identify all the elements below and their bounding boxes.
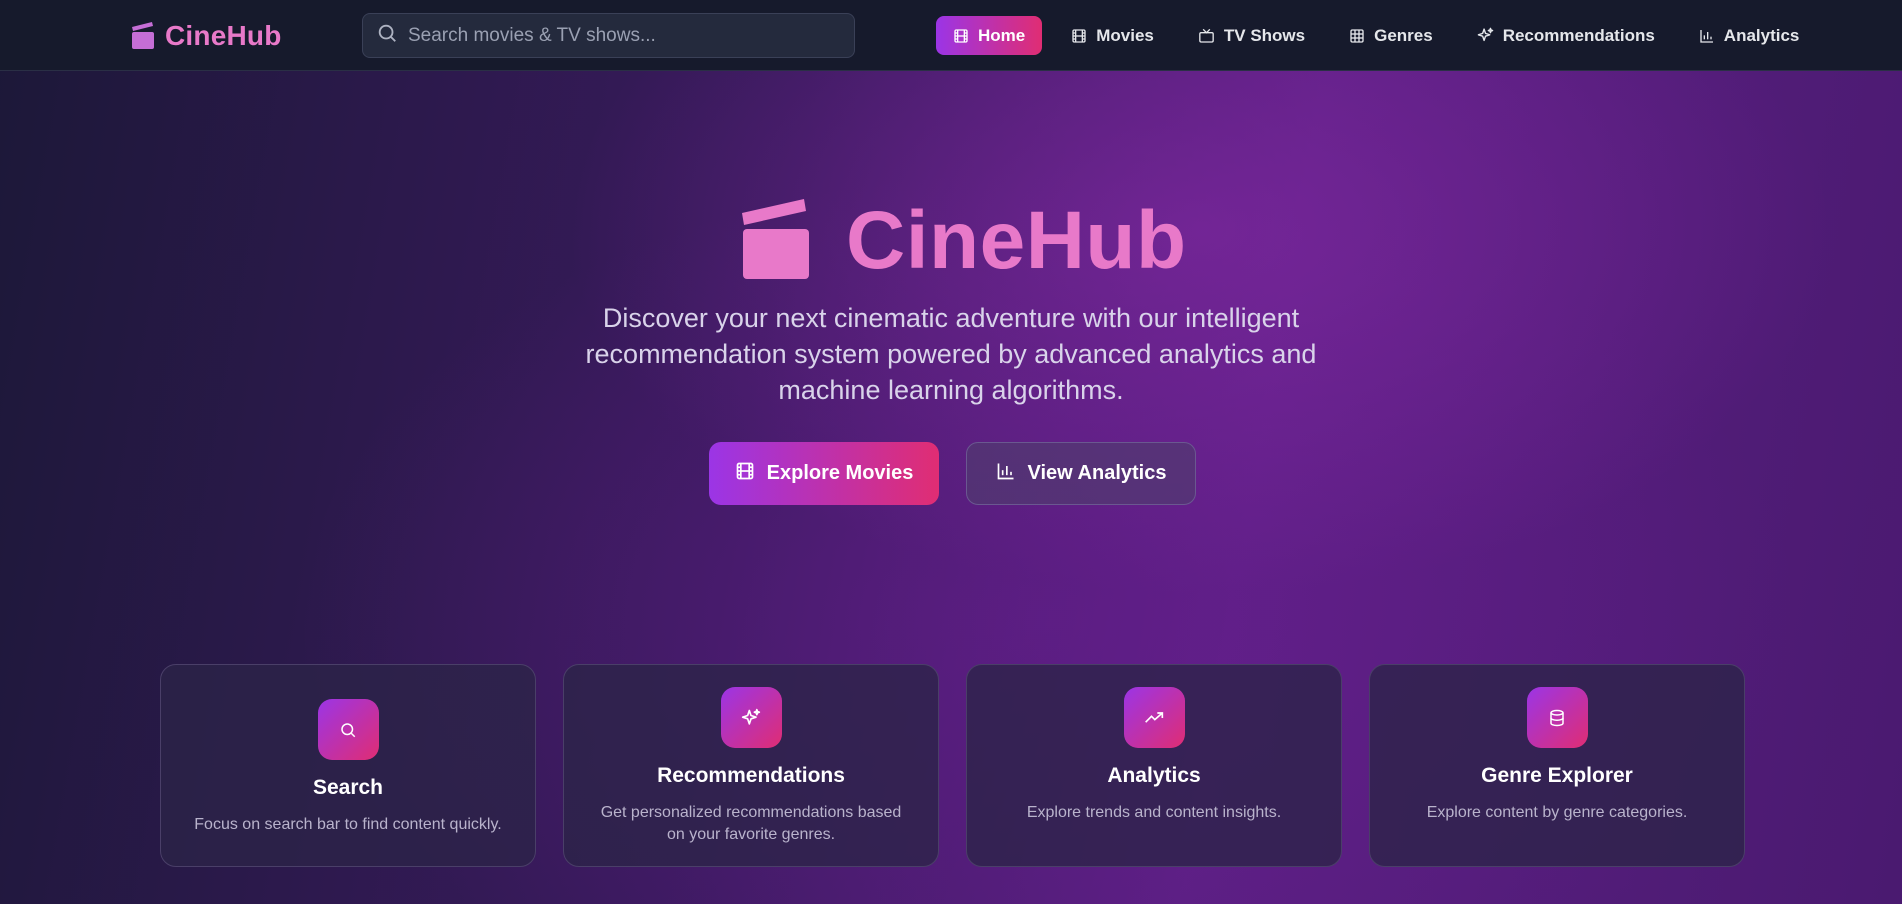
film-icon [735,461,755,487]
database-icon [1526,687,1588,748]
card-description: Explore trends and content insights. [1026,804,1282,821]
search-icon [376,22,398,49]
feature-cards: Search Focus on search bar to find conte… [160,664,1745,867]
card-title: Genre Explorer [1481,764,1633,787]
trending-up-icon [1123,687,1185,748]
brand-name: CineHub [165,20,282,51]
nav-item-analytics[interactable]: Analytics [1684,16,1815,55]
top-navbar: CineHub Home Movies [0,0,1902,71]
nav-label: Analytics [1723,25,1800,45]
button-label: View Analytics [1027,462,1167,484]
clapperboard-icon [131,22,155,50]
main-nav: Home Movies TV Shows Genres Recommendati… [936,16,1828,55]
explore-movies-button[interactable]: Explore Movies [709,442,939,505]
grid-icon [1349,28,1365,44]
sparkles-icon [720,687,782,748]
nav-item-recommendations[interactable]: Recommendations [1462,16,1670,55]
sparkles-icon [1477,27,1494,44]
nav-label: TV Shows [1223,25,1306,45]
feature-card-analytics[interactable]: Analytics Explore trends and content ins… [966,664,1342,867]
nav-item-home[interactable]: Home [936,16,1043,55]
nav-item-tv-shows[interactable]: TV Shows [1183,16,1320,55]
feature-card-search[interactable]: Search Focus on search bar to find conte… [160,664,536,867]
button-label: Explore Movies [766,462,914,484]
tv-icon [1198,28,1215,44]
nav-label: Genres [1374,25,1433,45]
search-icon [317,699,379,760]
card-title: Analytics [1107,764,1201,787]
bar-chart-icon [1699,28,1715,44]
bar-chart-icon [996,461,1016,487]
search-bar[interactable] [362,13,855,58]
card-description: Focus on search bar to find content quic… [194,816,502,833]
hero-heading: CineHub [740,194,1187,288]
hero-actions: Explore Movies View Analytics [709,442,1196,505]
card-title: Recommendations [657,764,845,787]
search-input[interactable] [408,24,848,47]
hero-description: Discover your next cinematic adventure w… [585,303,1317,405]
feature-card-genre-explorer[interactable]: Genre Explorer Explore content by genre … [1369,664,1745,867]
film-icon [1071,28,1087,44]
brand-logo[interactable]: CineHub [131,20,282,52]
card-description: Get personalized recommendations based o… [600,804,902,843]
feature-card-recommendations[interactable]: Recommendations Get personalized recomme… [563,664,939,867]
card-description: Explore content by genre categories. [1426,804,1688,821]
view-analytics-button[interactable]: View Analytics [966,442,1196,505]
nav-label: Recommendations [1502,25,1655,45]
film-icon [953,28,969,44]
nav-item-genres[interactable]: Genres [1334,16,1448,55]
nav-item-movies[interactable]: Movies [1056,16,1169,55]
hero-title: CineHub [846,195,1187,286]
nav-label: Home [978,25,1026,45]
nav-label: Movies [1096,25,1154,45]
clapperboard-icon [740,198,812,284]
card-title: Search [312,776,384,799]
